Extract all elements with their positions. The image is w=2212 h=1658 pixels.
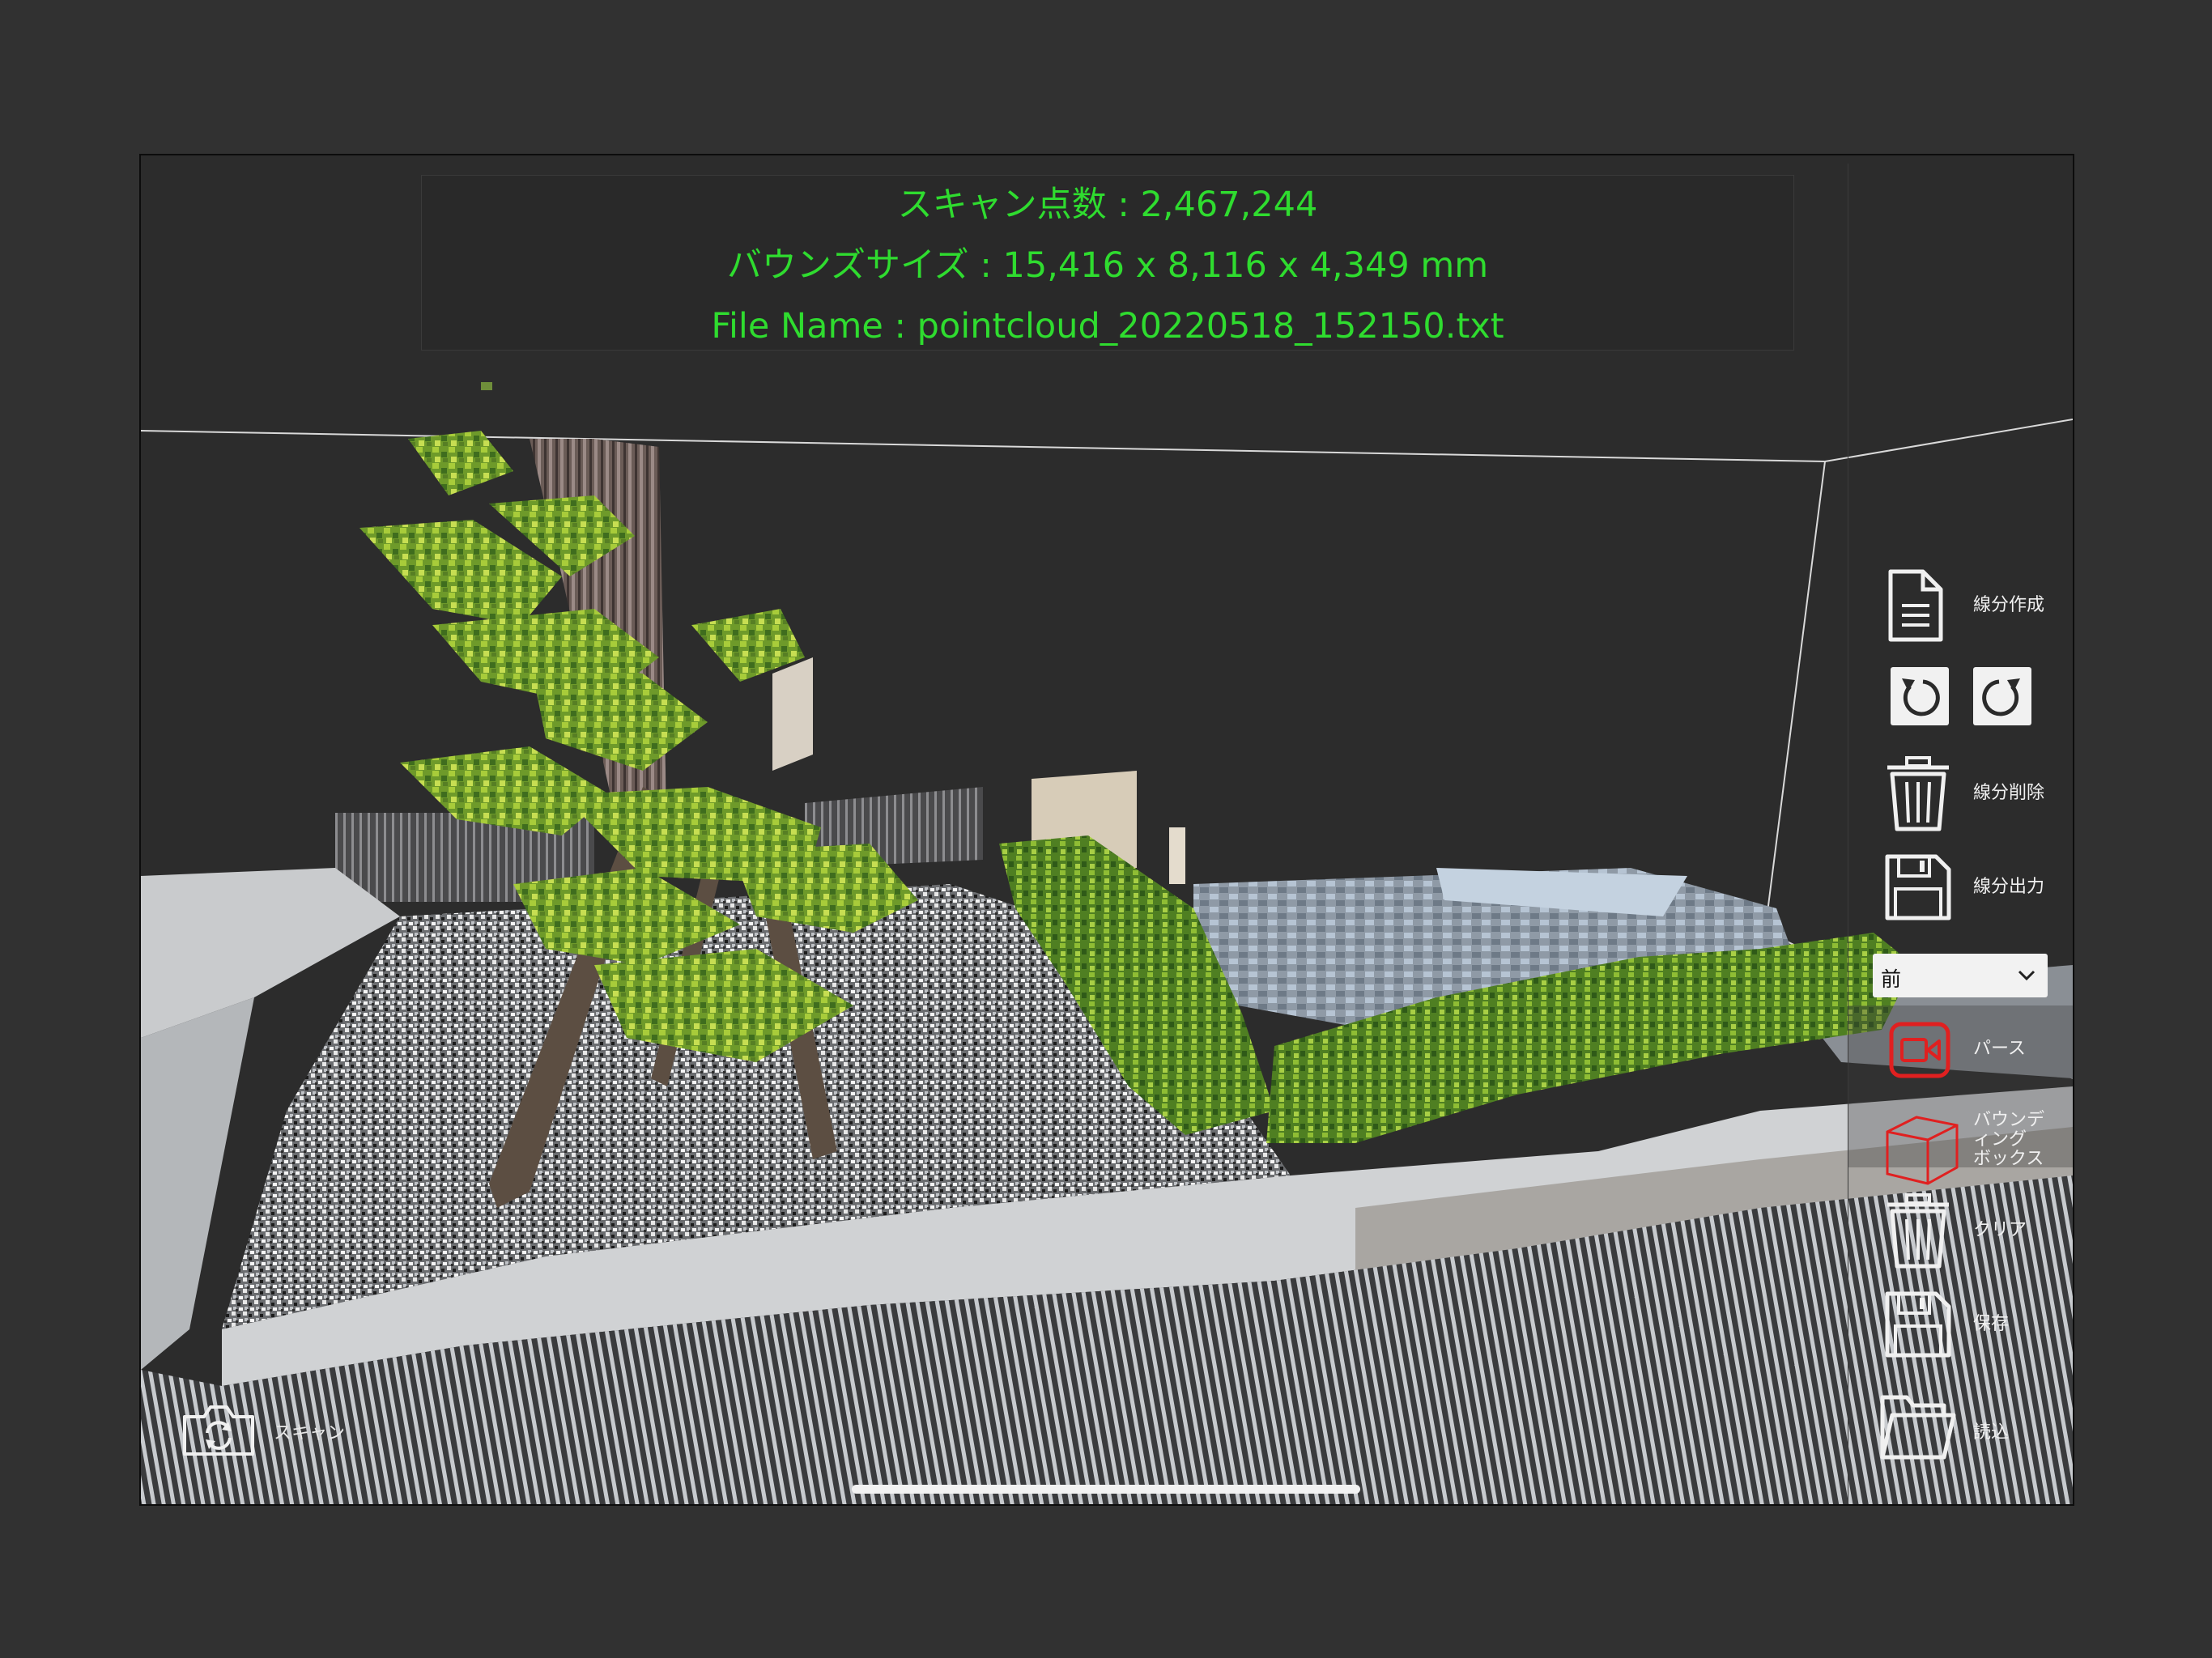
delete-segment-button[interactable]: 線分削除 [1884,755,2062,832]
load-button[interactable]: 読込 [1879,1392,2057,1460]
load-label: 読込 [1973,1422,2010,1443]
export-segment-button[interactable]: 線分出力 [1884,853,2062,926]
trash-icon [1887,756,1949,831]
perspective-label: パース [1973,1039,2026,1059]
chevron-down-icon [2018,970,2035,981]
floppy-disk-icon [1885,1291,1951,1358]
bounds-size-text: バウンズサイズ : 15,416 x 8,116 x 4,349 mm [726,245,1489,286]
scan-info-panel: スキャン点数 : 2,467,244 バウンズサイズ : 15,416 x 8,… [421,175,1794,351]
view-direction-value: 前 [1881,967,1902,991]
view-direction-select[interactable]: 前 [1873,954,2048,997]
folder-icon [1880,1395,1956,1460]
app-frame: スキャン点数 : 2,467,244 バウンズサイズ : 15,416 x 8,… [139,154,2074,1506]
file-name-text: File Name : pointcloud_20220518_152150.t… [711,306,1504,346]
bounding-box-label: バウンデ ィング ボックス [1973,1110,2045,1169]
create-segment-label: 線分作成 [1973,595,2045,615]
save-label: 保存 [1973,1314,2010,1334]
scan-button[interactable]: スキャン [180,1402,345,1462]
scan-label: スキャン [274,1423,346,1443]
tool-panel: 線分作成 線分削除 線分出力 パース バウンデ ィング ボックス クリア 保存 … [1848,164,2073,1504]
camera-rotate-icon [183,1405,254,1456]
delete-segment-label: 線分削除 [1973,783,2045,803]
undo-button[interactable] [1891,667,1949,725]
trash-icon [1887,1193,1949,1269]
clear-button[interactable]: クリア [1884,1192,2062,1269]
save-button[interactable]: 保存 [1884,1290,2062,1363]
video-camera-icon [1889,1022,1950,1078]
clear-label: クリア [1973,1220,2027,1240]
bounding-box-button[interactable]: バウンデ ィング ボックス [1884,1111,2070,1188]
redo-icon [1982,678,2020,716]
point-count-text: スキャン点数 : 2,467,244 [897,185,1318,225]
stray-points [481,382,492,390]
floppy-disk-icon [1885,854,1951,920]
redo-button[interactable] [1973,667,2031,725]
document-icon [1888,569,1943,642]
export-segment-label: 線分出力 [1973,877,2045,897]
cube-icon [1886,1116,1959,1185]
perspective-button[interactable]: パース [1889,1022,2067,1083]
point-cloud-viewport[interactable] [141,155,2073,1504]
undo-icon [1902,678,1940,716]
home-indicator[interactable] [852,1485,1360,1494]
create-segment-button[interactable]: 線分作成 [1884,567,2062,644]
